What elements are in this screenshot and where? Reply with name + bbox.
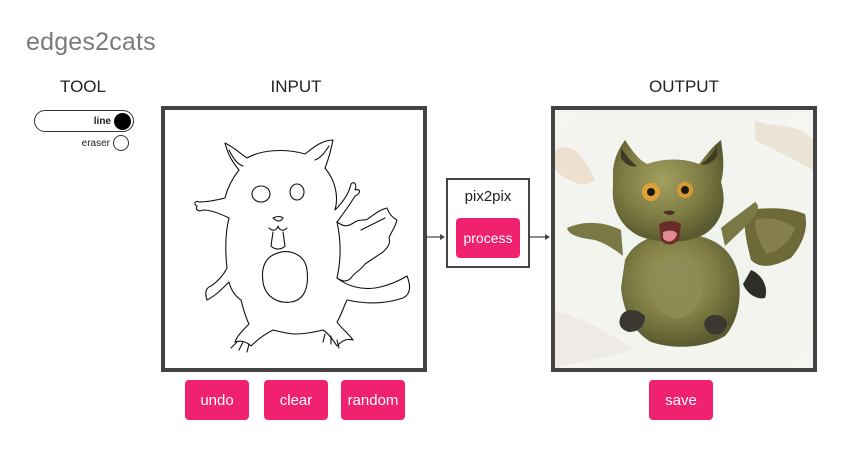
radio-selected-icon — [114, 112, 131, 130]
arrow-right-icon — [427, 234, 445, 240]
save-button[interactable]: save — [649, 380, 713, 420]
input-drawing-canvas[interactable] — [161, 106, 427, 372]
output-image — [551, 106, 817, 372]
tool-option-line[interactable]: line — [34, 110, 134, 132]
radio-unselected-icon — [113, 135, 129, 151]
output-heading: OUTPUT — [649, 77, 719, 96]
generated-cat-image — [555, 110, 813, 368]
random-button[interactable]: random — [341, 380, 405, 420]
tool-option-eraser[interactable]: eraser — [34, 134, 134, 152]
tool-label-eraser: eraser — [81, 137, 110, 149]
arrow-right-icon — [530, 234, 550, 240]
model-name: pix2pix — [464, 188, 512, 205]
input-sketch — [194, 139, 411, 353]
tool-label-line: line — [93, 115, 111, 127]
model-panel: pix2pix process — [446, 178, 530, 268]
app-title: edges2cats — [26, 28, 156, 56]
tool-heading: TOOL — [60, 77, 106, 96]
undo-button[interactable]: undo — [185, 380, 249, 420]
input-heading: INPUT — [270, 77, 322, 96]
process-button[interactable]: process — [456, 218, 520, 258]
clear-button[interactable]: clear — [264, 380, 328, 420]
